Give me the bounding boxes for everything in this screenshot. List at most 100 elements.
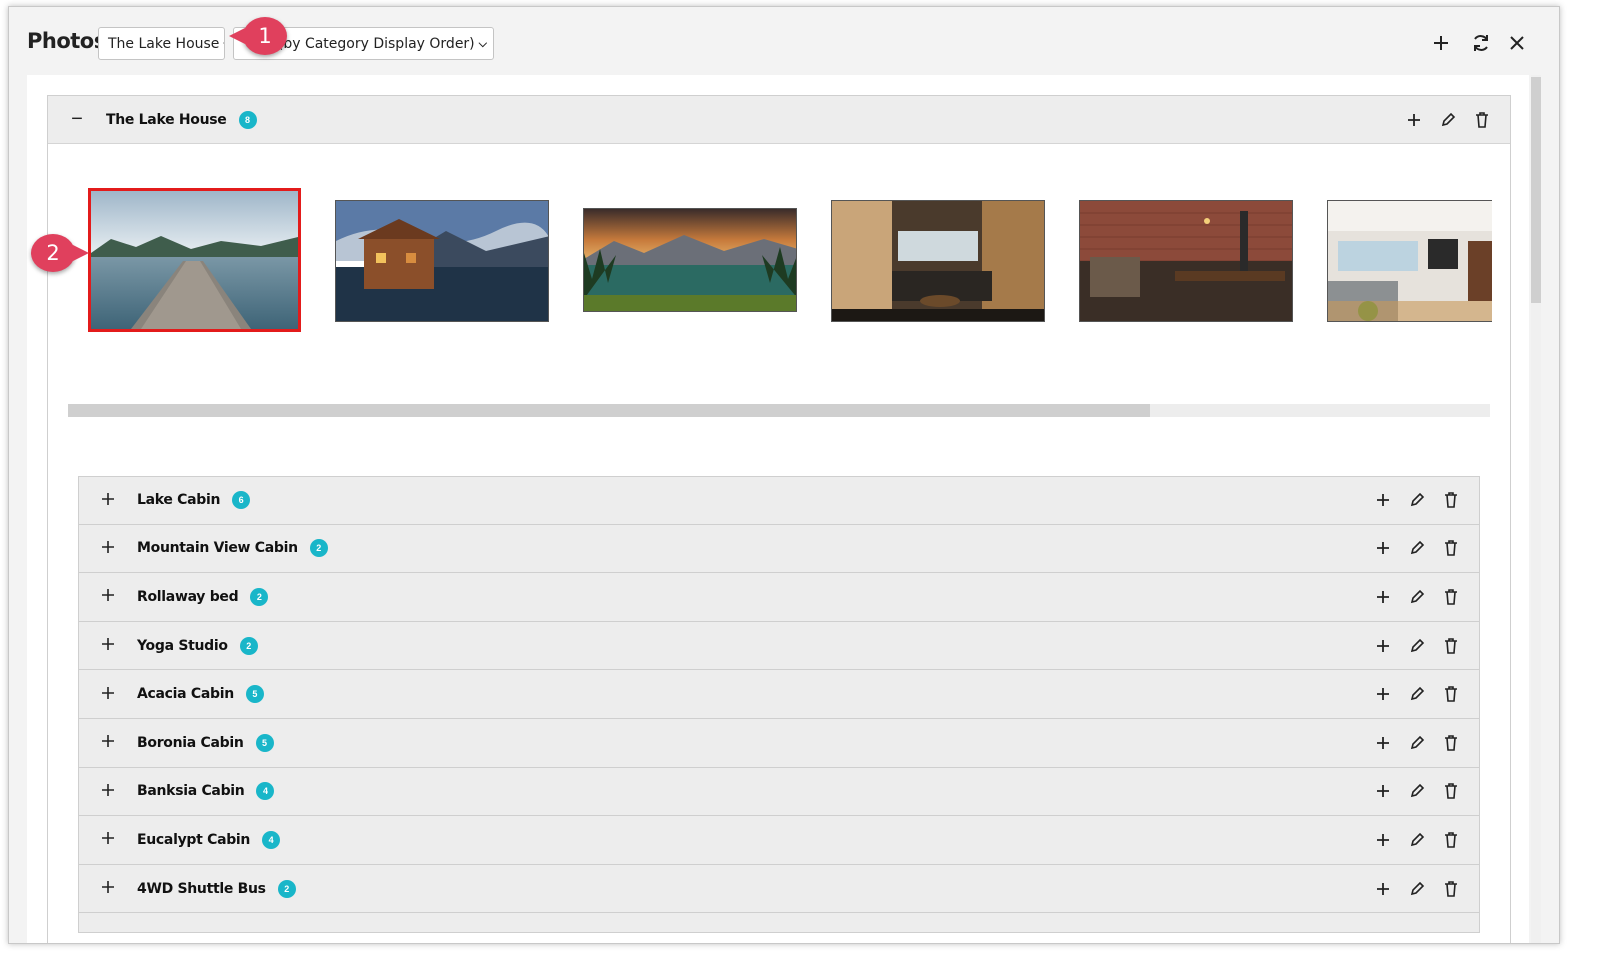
lounge-photo[interactable] xyxy=(1327,200,1492,322)
edit-pencil-icon[interactable] xyxy=(1407,781,1427,801)
trash-icon[interactable] xyxy=(1441,830,1461,850)
subcategory-row[interactable]: Banksia Cabin 4 xyxy=(78,767,1480,817)
vertical-scrollbar[interactable] xyxy=(1531,75,1541,943)
row-actions xyxy=(1373,525,1461,573)
property-select[interactable]: The Lake House ⌵ xyxy=(98,27,225,60)
photo-count-badge: 2 xyxy=(239,636,258,655)
edit-pencil-icon[interactable] xyxy=(1407,538,1427,558)
subcategory-name: Yoga Studio xyxy=(137,637,228,654)
subcategory-row[interactable]: Acacia Cabin 5 xyxy=(78,670,1480,719)
add-photo-icon[interactable] xyxy=(1373,490,1393,510)
expand-plus-icon[interactable] xyxy=(79,683,137,706)
category-name: The Lake House xyxy=(106,111,227,128)
row-actions xyxy=(1373,865,1461,913)
subcategory-row[interactable]: 4WD Shuttle Bus 2 xyxy=(78,864,1480,914)
add-photo-icon[interactable] xyxy=(1373,684,1393,704)
expand-plus-icon[interactable] xyxy=(79,585,137,608)
add-photo-icon[interactable] xyxy=(1373,587,1393,607)
photo-count-badge: 6 xyxy=(232,491,251,510)
subcategory-name: Boronia Cabin xyxy=(137,734,244,751)
add-photo-icon[interactable] xyxy=(1404,110,1424,130)
chevron-down-icon: ⌵ xyxy=(223,37,224,51)
photo-count-badge: 4 xyxy=(262,830,281,849)
window-title: Photos xyxy=(27,29,106,53)
row-actions xyxy=(1373,622,1461,670)
row-actions xyxy=(1373,768,1461,816)
expand-plus-icon[interactable] xyxy=(79,828,137,851)
trash-icon[interactable] xyxy=(1472,110,1492,130)
edit-pencil-icon[interactable] xyxy=(1407,587,1427,607)
subcategory-row-partial xyxy=(78,913,1480,934)
photo-gallery xyxy=(48,144,1510,444)
edit-pencil-icon[interactable] xyxy=(1407,830,1427,850)
close-icon[interactable] xyxy=(1503,29,1531,57)
photo-count-badge: 2 xyxy=(277,879,296,898)
trash-icon[interactable] xyxy=(1441,879,1461,899)
horizontal-scrollbar[interactable] xyxy=(68,404,1490,417)
add-photo-icon[interactable] xyxy=(1373,879,1393,899)
trash-icon[interactable] xyxy=(1441,636,1461,656)
row-actions xyxy=(1373,719,1461,767)
collapse-toggle[interactable]: − xyxy=(48,108,106,131)
trash-icon[interactable] xyxy=(1441,490,1461,510)
expand-plus-icon[interactable] xyxy=(79,731,137,754)
vertical-scrollbar-thumb[interactable] xyxy=(1531,77,1541,303)
edit-pencil-icon[interactable] xyxy=(1407,733,1427,753)
edit-pencil-icon[interactable] xyxy=(1407,684,1427,704)
refresh-icon[interactable] xyxy=(1467,29,1495,57)
subcategory-name: Mountain View Cabin xyxy=(137,540,298,557)
trash-icon[interactable] xyxy=(1441,684,1461,704)
boathouse-photo[interactable] xyxy=(335,200,549,322)
edit-pencil-icon[interactable] xyxy=(1407,490,1427,510)
subcategory-row[interactable]: Eucalypt Cabin 4 xyxy=(78,816,1480,865)
expand-plus-icon[interactable] xyxy=(79,780,137,803)
content-area: − The Lake House 8 Lake Cabin 6 Mountain… xyxy=(27,75,1529,943)
expand-plus-icon[interactable] xyxy=(79,877,137,900)
subcategory-name: Acacia Cabin xyxy=(137,686,234,703)
dock-lake-photo[interactable] xyxy=(88,188,301,332)
edit-pencil-icon[interactable] xyxy=(1407,879,1427,899)
subcategory-name: Eucalypt Cabin xyxy=(137,831,251,848)
chevron-down-icon: ⌵ xyxy=(478,36,487,50)
add-photo-icon[interactable] xyxy=(1373,733,1393,753)
subcategory-row[interactable]: Yoga Studio 2 xyxy=(78,621,1480,671)
category-header: − The Lake House 8 xyxy=(48,96,1510,144)
subcategory-name: 4WD Shuttle Bus xyxy=(137,880,266,897)
subcategory-name: Lake Cabin xyxy=(137,492,221,509)
add-photo-icon[interactable] xyxy=(1373,636,1393,656)
trash-icon[interactable] xyxy=(1441,781,1461,801)
expand-plus-icon[interactable] xyxy=(79,537,137,560)
living-room-photo[interactable] xyxy=(831,200,1045,322)
row-actions xyxy=(1373,670,1461,718)
edit-pencil-icon[interactable] xyxy=(1438,110,1458,130)
callout-badge-2: 2 xyxy=(31,234,75,272)
subcategory-row[interactable]: Mountain View Cabin 2 xyxy=(78,524,1480,574)
row-actions xyxy=(1373,573,1461,621)
subcategory-row[interactable]: Boronia Cabin 5 xyxy=(78,718,1480,768)
plus-icon[interactable] xyxy=(1427,29,1455,57)
add-photo-icon[interactable] xyxy=(1373,830,1393,850)
trash-icon[interactable] xyxy=(1441,538,1461,558)
photo-count-badge: 8 xyxy=(238,110,257,129)
add-photo-icon[interactable] xyxy=(1373,538,1393,558)
photo-count-badge: 2 xyxy=(250,587,269,606)
expand-plus-icon[interactable] xyxy=(79,489,137,512)
row-actions xyxy=(1373,477,1461,524)
sort-select-value: y (by Category Display Order) xyxy=(265,35,475,52)
subcategory-row[interactable]: Rollaway bed 2 xyxy=(78,573,1480,622)
row-actions xyxy=(1373,816,1461,864)
horizontal-scrollbar-thumb[interactable] xyxy=(68,404,1150,417)
photo-count-badge: 5 xyxy=(245,685,264,704)
property-select-value: The Lake House xyxy=(108,35,220,52)
photo-count-badge: 4 xyxy=(256,782,275,801)
brick-kitchen-photo[interactable] xyxy=(1079,200,1293,322)
mountain-lake-sunset-photo[interactable] xyxy=(583,208,797,312)
category-panel: − The Lake House 8 Lake Cabin 6 Mountain… xyxy=(47,95,1511,943)
edit-pencil-icon[interactable] xyxy=(1407,636,1427,656)
trash-icon[interactable] xyxy=(1441,733,1461,753)
subcategory-row[interactable]: Lake Cabin 6 xyxy=(78,476,1480,525)
trash-icon[interactable] xyxy=(1441,587,1461,607)
expand-plus-icon[interactable] xyxy=(79,634,137,657)
photos-window: Photos The Lake House ⌵ y (by Category D… xyxy=(8,6,1560,944)
add-photo-icon[interactable] xyxy=(1373,781,1393,801)
